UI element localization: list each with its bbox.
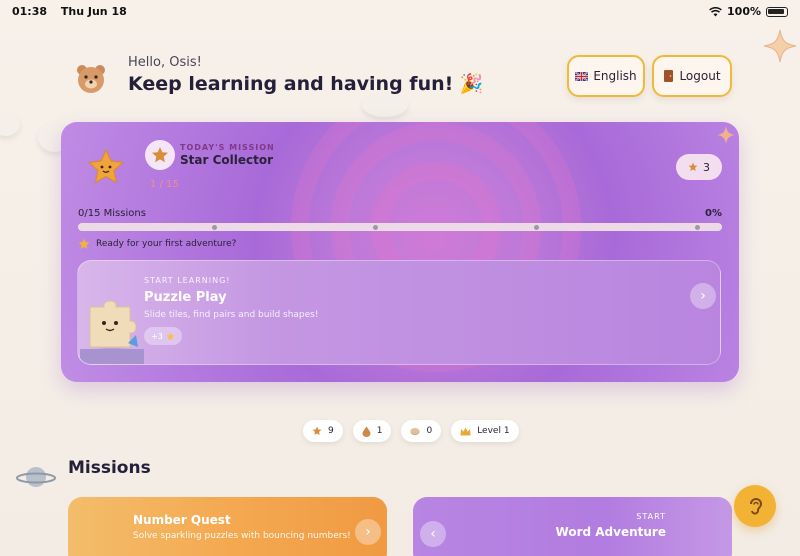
word-adventure-prev-button[interactable]: ‹: [420, 521, 446, 547]
battery-percent: 100%: [727, 5, 761, 18]
missions-section-title: Missions: [68, 458, 151, 478]
missions-progress-bar: [78, 223, 722, 231]
number-quest-next-button[interactable]: ›: [355, 519, 381, 545]
missions-progress-label: 0/15 Missions: [78, 208, 146, 219]
star-icon: [688, 162, 698, 172]
stats-row: 9 1 0 Level 1: [303, 420, 519, 442]
progress-milestone: [212, 225, 217, 230]
ready-text: Ready for your first adventure?: [96, 239, 237, 249]
number-quest-description: Solve sparkling puzzles with bouncing nu…: [133, 531, 351, 541]
star-count-value: 3: [703, 160, 710, 174]
mission-badge: [145, 140, 175, 170]
todays-mission-card: TODAY'S MISSION Star Collector 1 / 15 3 …: [61, 122, 739, 382]
chevron-left-icon: ‹: [430, 526, 436, 542]
puzzle-description: Slide tiles, find pairs and build shapes…: [144, 310, 319, 320]
stat-coins-value: 0: [426, 426, 433, 436]
crown-icon: [460, 427, 471, 435]
status-right: 100%: [709, 5, 788, 18]
progress-milestone: [695, 225, 700, 230]
logout-label: Logout: [679, 69, 721, 83]
word-adventure-card[interactable]: ‹ START Word Adventure: [413, 497, 732, 556]
reward-pill: +3: [144, 327, 182, 345]
reward-value: +3: [151, 331, 163, 341]
sparkle-icon: [717, 126, 735, 144]
planet-icon: [16, 467, 56, 487]
chevron-right-icon: ›: [365, 524, 371, 540]
puzzle-play-card[interactable]: START LEARNING! Puzzle Play Slide tiles,…: [77, 260, 721, 365]
ear-icon: [750, 498, 763, 515]
puzzle-title: Puzzle Play: [144, 290, 227, 305]
status-date: Thu Jun 18: [60, 5, 127, 18]
word-adventure-kicker: START: [636, 512, 666, 521]
star-icon: [152, 147, 168, 163]
logout-button[interactable]: Logout: [652, 55, 732, 97]
coin-icon: [410, 428, 420, 435]
puzzle-next-button[interactable]: ›: [690, 283, 716, 309]
status-bar: 01:38 Thu Jun 18 100%: [0, 0, 800, 22]
language-button[interactable]: English: [567, 55, 645, 97]
stat-level: Level 1: [451, 420, 519, 442]
language-label: English: [593, 69, 637, 83]
droplet-icon: [362, 426, 371, 437]
ready-message: Ready for your first adventure?: [78, 238, 236, 250]
progress-milestone: [534, 225, 539, 230]
wifi-icon: [709, 6, 722, 16]
mission-progress-faint: 1 / 15: [150, 179, 179, 190]
greeting-text: Hello, Osis!: [128, 55, 202, 70]
mission-kicker: TODAY'S MISSION: [180, 143, 275, 152]
stat-coins: 0: [401, 420, 442, 442]
cloud-decoration: [0, 112, 20, 136]
number-quest-card[interactable]: Number Quest Solve sparkling puzzles wit…: [68, 497, 387, 556]
puzzle-kicker: START LEARNING!: [144, 276, 231, 285]
star-icon: [78, 238, 90, 249]
mission-title: Star Collector: [180, 153, 273, 167]
battery-icon: [766, 6, 788, 17]
progress-milestone: [373, 225, 378, 230]
missions-progress-percent: 0%: [705, 208, 722, 219]
cloud-decoration: [362, 93, 408, 117]
stat-drops-value: 1: [376, 426, 383, 436]
star-icon: [166, 332, 175, 340]
stat-stars-value: 9: [328, 426, 334, 436]
door-icon: [664, 70, 674, 82]
star-count-badge: 3: [676, 154, 722, 180]
star-icon: [312, 426, 322, 436]
stat-drops: 1: [352, 420, 392, 442]
word-adventure-title: Word Adventure: [555, 525, 666, 539]
stat-stars: 9: [303, 420, 343, 442]
sparkle-icon: [763, 29, 797, 63]
number-quest-title: Number Quest: [133, 513, 231, 527]
bear-avatar-icon: [77, 65, 105, 93]
star-mascot-icon: [87, 148, 125, 184]
chevron-right-icon: ›: [700, 288, 706, 304]
uk-flag-icon: [575, 71, 589, 81]
status-time: 01:38: [12, 5, 48, 18]
sound-fab-button[interactable]: [734, 485, 776, 527]
status-left: 01:38 Thu Jun 18: [12, 5, 137, 18]
page-headline: Keep learning and having fun! 🎉: [128, 73, 484, 95]
puzzle-piece-icon: [80, 300, 144, 364]
stat-level-value: Level 1: [477, 426, 510, 436]
